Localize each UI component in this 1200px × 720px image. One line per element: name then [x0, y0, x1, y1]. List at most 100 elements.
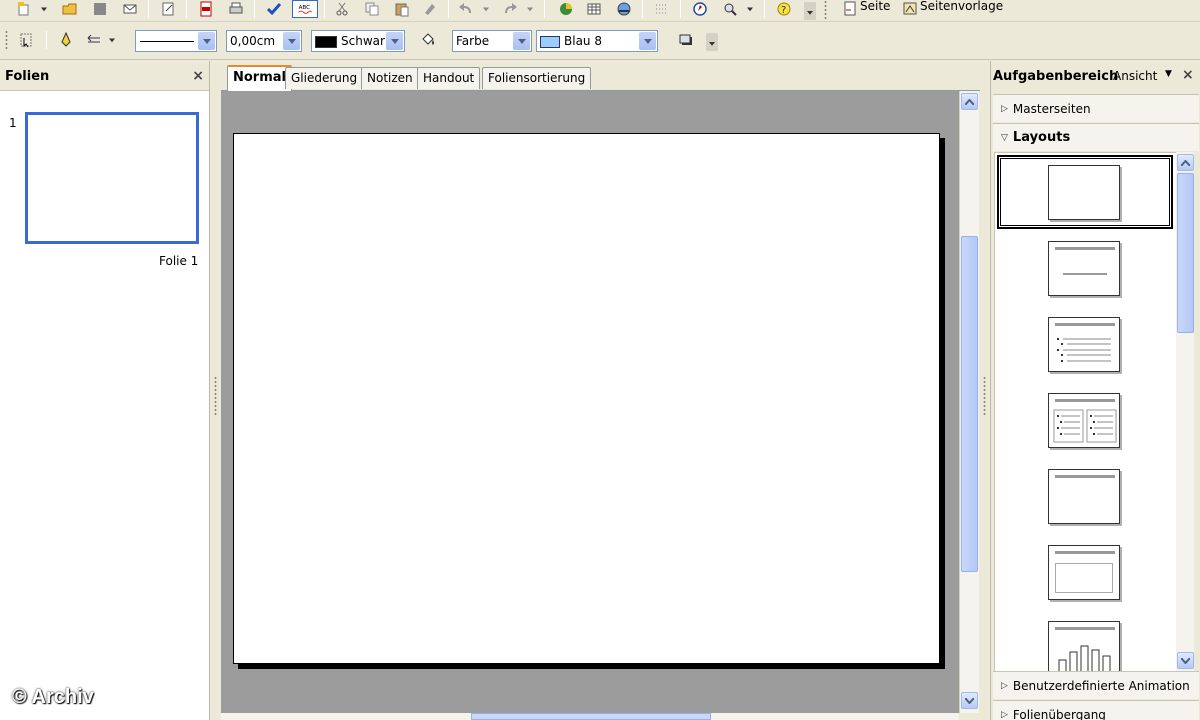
format-paintbrush-icon[interactable] — [420, 0, 440, 18]
line-style-select[interactable] — [135, 30, 217, 52]
spellcheck-icon[interactable] — [264, 0, 284, 18]
section-master-pages[interactable]: ▷ Masterseiten — [993, 94, 1199, 122]
redo-dropdown-icon[interactable] — [524, 0, 536, 18]
undo-icon[interactable] — [456, 0, 476, 18]
close-icon[interactable]: × — [1182, 67, 1194, 83]
line-width-stepper[interactable]: 0,00cm — [226, 30, 302, 52]
paste-icon[interactable] — [392, 0, 412, 18]
navigator-icon[interactable] — [690, 0, 710, 18]
editing-area: Normal Gliederung Notizen Handout Folien… — [221, 61, 980, 720]
shadow-icon[interactable] — [676, 31, 696, 49]
grid-icon[interactable] — [652, 0, 672, 18]
page-button[interactable]: Seite — [860, 0, 890, 16]
view-tabs: Normal Gliederung Notizen Handout Folien… — [221, 61, 980, 92]
chevron-down-icon[interactable] — [639, 32, 656, 50]
toolbar-overflow-icon[interactable] — [804, 2, 816, 20]
area-style-select[interactable]: Farbe — [452, 30, 532, 52]
slide-number: 1 — [9, 116, 17, 130]
chevron-down-icon[interactable] — [386, 32, 403, 50]
export-pdf-icon[interactable] — [196, 0, 216, 18]
view-menu[interactable]: Ansicht — [1113, 69, 1157, 83]
section-slide-transition[interactable]: ▷ Folienübergang — [993, 700, 1199, 720]
spin-updown-icon[interactable] — [283, 32, 300, 50]
section-label: Benutzerdefinierte Animation — [1012, 678, 1190, 693]
slides-pane-header: Folien × — [0, 61, 209, 91]
layout-title-text[interactable] — [1048, 317, 1120, 372]
tab-outline[interactable]: Gliederung — [285, 67, 364, 89]
layout-title-only[interactable] — [1048, 469, 1120, 524]
edit-file-icon[interactable] — [158, 0, 178, 18]
vertical-scroll-thumb[interactable] — [961, 236, 978, 572]
scroll-down-icon[interactable] — [1177, 652, 1194, 669]
horizontal-scroll-thumb[interactable] — [471, 713, 711, 720]
right-pane-splitter[interactable] — [980, 61, 990, 720]
line-width-value[interactable]: 0,00cm — [230, 34, 275, 48]
zoom-dropdown-icon[interactable] — [744, 0, 756, 18]
area-color-select[interactable]: Blau 8 — [536, 30, 658, 52]
layout-title-content-box[interactable] — [1048, 545, 1120, 600]
hyperlink-icon[interactable] — [614, 0, 634, 18]
section-layouts[interactable]: ▽ Layouts — [993, 123, 1199, 151]
close-icon[interactable]: × — [192, 68, 204, 84]
layouts-scrollbar[interactable] — [1176, 152, 1194, 672]
area-style-value: Farbe — [456, 34, 490, 48]
slides-pane-title: Folien — [5, 69, 50, 84]
slide-page[interactable] — [233, 133, 940, 664]
layouts-list — [994, 152, 1184, 672]
save-icon[interactable] — [90, 0, 110, 18]
slide-canvas-area[interactable] — [221, 91, 959, 713]
redo-icon[interactable] — [500, 0, 520, 18]
copy-icon[interactable] — [362, 0, 382, 18]
chevron-down-icon[interactable]: ▼ — [1165, 69, 1172, 79]
toolbar-overflow-icon[interactable] — [706, 33, 718, 51]
layout-title-content[interactable] — [1048, 241, 1120, 296]
zoom-icon[interactable] — [720, 0, 740, 18]
chevron-down-icon[interactable] — [513, 32, 530, 50]
scroll-down-icon[interactable] — [961, 692, 978, 709]
layout-title-two-columns[interactable] — [1048, 393, 1120, 448]
horizontal-scrollbar[interactable] — [221, 713, 959, 720]
section-label: Folienübergang — [1012, 707, 1106, 720]
cut-icon[interactable] — [332, 0, 352, 18]
tab-notes[interactable]: Notizen — [361, 67, 419, 89]
layouts-scroll-thumb[interactable] — [1177, 173, 1194, 333]
help-icon[interactable]: ? — [774, 0, 794, 18]
copyright-watermark: © Archiv — [12, 686, 94, 708]
print-icon[interactable] — [226, 0, 246, 18]
layout-title-chart[interactable] — [1048, 621, 1120, 671]
slide-thumbnail[interactable] — [25, 112, 199, 244]
vertical-scrollbar[interactable] — [959, 91, 979, 713]
open-icon[interactable] — [60, 0, 80, 18]
tab-handout[interactable]: Handout — [417, 67, 481, 89]
section-custom-animation[interactable]: ▷ Benutzerdefinierte Animation — [993, 671, 1199, 699]
new-dropdown-icon[interactable] — [38, 0, 50, 18]
line-pen-icon[interactable] — [56, 31, 76, 49]
table-icon[interactable] — [584, 0, 604, 18]
scroll-up-icon[interactable] — [961, 93, 978, 110]
arrow-style-icon[interactable] — [84, 31, 104, 49]
autospellcheck-icon[interactable]: ABC — [292, 0, 318, 18]
master-page-button[interactable]: Seitenvorlage — [920, 0, 1003, 16]
svg-text:ABC: ABC — [299, 5, 311, 11]
undo-dropdown-icon[interactable] — [480, 0, 492, 18]
page-icon[interactable] — [840, 0, 860, 18]
left-pane-splitter[interactable] — [211, 61, 221, 720]
arrow-style-dropdown-icon[interactable] — [106, 31, 118, 49]
email-icon[interactable] — [120, 0, 140, 18]
scroll-up-icon[interactable] — [1177, 154, 1194, 171]
new-document-icon[interactable] — [14, 0, 34, 18]
select-pointer-icon[interactable] — [16, 31, 36, 49]
chart-icon[interactable] — [556, 0, 576, 18]
area-color-swatch — [540, 35, 560, 48]
area-fill-bucket-icon[interactable] — [418, 31, 438, 49]
line-color-swatch — [315, 35, 337, 48]
svg-text:?: ? — [781, 5, 786, 16]
standard-toolbar: ABC ? Seite Seitenvorlage — [0, 0, 1200, 22]
line-color-select[interactable]: Schwar — [311, 30, 405, 52]
master-page-icon[interactable] — [900, 0, 920, 18]
chevron-down-icon[interactable] — [198, 32, 215, 50]
tab-slide-sorter[interactable]: Foliensortierung — [482, 67, 592, 89]
expand-triangle-icon: ▷ — [1001, 103, 1008, 114]
tab-normal[interactable]: Normal — [227, 65, 292, 92]
layout-blank[interactable] — [1048, 165, 1120, 220]
